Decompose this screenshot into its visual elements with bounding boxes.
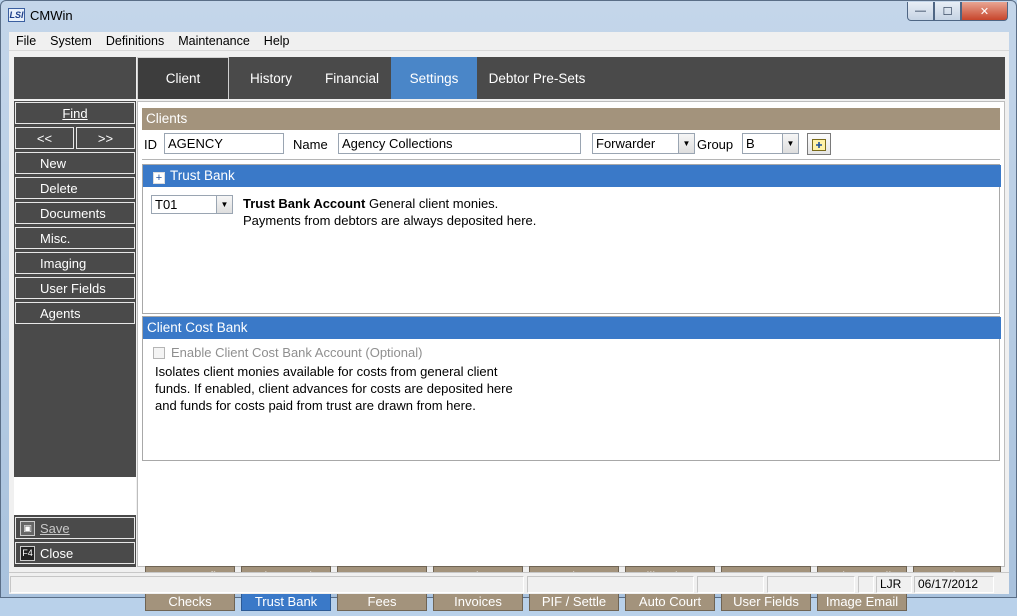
- trust-bank-description: Trust Bank Account General client monies…: [243, 195, 536, 229]
- checks-button[interactable]: Checks: [145, 591, 235, 611]
- minimize-icon: —: [915, 5, 926, 17]
- chevron-down-icon: ▼: [678, 134, 694, 153]
- group-value: B: [746, 136, 755, 151]
- auto-court-button[interactable]: Auto Court: [625, 591, 715, 611]
- client-name-field[interactable]: Agency Collections: [338, 133, 581, 154]
- maximize-icon: ☐: [942, 5, 953, 18]
- group-select[interactable]: B ▼: [742, 133, 799, 154]
- sidebar-item-user-fields[interactable]: User Fields: [15, 277, 135, 299]
- id-label: ID: [144, 137, 157, 152]
- save-button[interactable]: ▣ Save: [15, 517, 135, 539]
- tab-client[interactable]: Client: [137, 57, 229, 99]
- cost-bank-panel: Client Cost Bank Enable Client Cost Bank…: [142, 316, 1001, 461]
- cost-bank-desc-line3: and funds for costs paid from trust are …: [155, 398, 476, 413]
- status-cell-2: [527, 576, 694, 593]
- status-user: LJR: [876, 576, 912, 593]
- tab-history[interactable]: History: [229, 57, 313, 99]
- chevron-down-icon: ▼: [782, 134, 798, 153]
- sidebar-item-new[interactable]: New: [15, 152, 135, 174]
- menu-maintenance[interactable]: Maintenance: [171, 34, 257, 48]
- window-controls: — ☐ ✕: [907, 2, 1008, 21]
- save-icon: ▣: [20, 520, 35, 536]
- status-cell-5: [858, 576, 874, 593]
- main-panel: Clients ID AGENCY Name Agency Collection…: [137, 101, 1005, 611]
- close-icon: ✕: [979, 5, 990, 18]
- find-label: Find: [62, 105, 88, 121]
- client-id-field[interactable]: AGENCY: [164, 133, 284, 154]
- enable-cost-bank-label: Enable Client Cost Bank Account (Optiona…: [171, 345, 423, 360]
- minimize-button[interactable]: —: [907, 2, 934, 21]
- sidebar-item-documents[interactable]: Documents: [15, 202, 135, 224]
- trust-bank-account-value: T01: [155, 197, 178, 212]
- tab-settings[interactable]: Settings: [391, 57, 477, 99]
- close-window-button[interactable]: ✕: [961, 2, 1008, 21]
- fees-button[interactable]: Fees: [337, 591, 427, 611]
- client-type-select[interactable]: Forwarder ▼: [592, 133, 695, 154]
- cost-bank-desc-line2: funds. If enabled, client advances for c…: [155, 381, 513, 396]
- chevron-down-icon: ▼: [216, 196, 232, 213]
- pif-settle-button[interactable]: PIF / Settle: [529, 591, 619, 611]
- window-title: CMWin: [30, 8, 73, 23]
- add-group-button[interactable]: [807, 133, 831, 155]
- trust-bank-header[interactable]: + Trust Bank: [143, 165, 1001, 187]
- sidebar-header: [14, 57, 136, 99]
- divider: [142, 159, 1000, 160]
- client-area: Client History Financial Settings Debtor…: [9, 51, 1009, 611]
- tab-debtor-presets[interactable]: Debtor Pre-Sets: [477, 57, 597, 99]
- client-type-value: Forwarder: [596, 136, 656, 151]
- tab-bar: Client History Financial Settings Debtor…: [137, 57, 1005, 99]
- sidebar-item-agents[interactable]: Agents: [15, 302, 135, 324]
- trust-bank-account-select[interactable]: T01 ▼: [151, 195, 233, 214]
- user-fields-button[interactable]: User Fields: [721, 591, 811, 611]
- name-label: Name: [293, 137, 328, 152]
- save-label: Save: [40, 520, 70, 536]
- menu-help[interactable]: Help: [257, 34, 297, 48]
- sidebar-item-delete[interactable]: Delete: [15, 177, 135, 199]
- trust-bank-panel: + Trust Bank T01 ▼ Trust Bank Account Gen…: [142, 164, 1001, 314]
- title-bar[interactable]: LSI CMWin — ☐ ✕: [1, 1, 1016, 31]
- next-record-button[interactable]: >>: [76, 127, 135, 149]
- status-cell-message: [10, 576, 524, 593]
- trust-bank-desc-line1: General client monies.: [368, 196, 499, 211]
- status-cell-3: [697, 576, 764, 593]
- add-folder-icon: [812, 138, 826, 151]
- close-label: Close: [40, 545, 74, 561]
- trust-bank-button[interactable]: Trust Bank: [241, 591, 331, 611]
- app-icon: LSI: [8, 8, 25, 22]
- cost-bank-desc-line1: Isolates client monies available for cos…: [155, 364, 498, 379]
- invoices-button[interactable]: Invoices: [433, 591, 523, 611]
- clients-header: Clients: [142, 108, 1000, 130]
- status-bar: LJR 06/17/2012: [9, 572, 1009, 594]
- expand-icon: +: [153, 172, 165, 184]
- trust-bank-header-label: Trust Bank: [170, 168, 235, 183]
- status-cell-4: [767, 576, 855, 593]
- sidebar-item-misc[interactable]: Misc.: [15, 227, 135, 249]
- close-button[interactable]: F4 Close: [15, 542, 135, 564]
- enable-cost-bank-checkbox[interactable]: [153, 347, 165, 359]
- f4-key-icon: F4: [20, 545, 35, 561]
- app-window: LSI CMWin — ☐ ✕ File System Definitions …: [0, 0, 1017, 611]
- image-email-button[interactable]: Image Email: [817, 591, 907, 611]
- sidebar-item-imaging[interactable]: Imaging: [15, 252, 135, 274]
- menu-system[interactable]: System: [43, 34, 99, 48]
- find-button[interactable]: Find: [15, 102, 135, 124]
- menu-bar: File System Definitions Maintenance Help: [9, 32, 1009, 51]
- menu-definitions[interactable]: Definitions: [99, 34, 171, 48]
- previous-record-button[interactable]: <<: [15, 127, 74, 149]
- trust-bank-desc-line2: Payments from debtors are always deposit…: [243, 213, 537, 228]
- tab-financial[interactable]: Financial: [313, 57, 391, 99]
- group-label: Group: [697, 137, 734, 152]
- cost-bank-description: Isolates client monies available for cos…: [155, 363, 513, 414]
- sidebar-blank-area: [14, 477, 136, 515]
- maximize-button[interactable]: ☐: [934, 2, 961, 21]
- trust-bank-title: Trust Bank Account: [243, 196, 366, 211]
- menu-file[interactable]: File: [9, 34, 43, 48]
- sidebar: Find << >> New Delete Documents Misc. Im…: [14, 101, 136, 567]
- status-date: 06/17/2012: [914, 576, 994, 593]
- cost-bank-header: Client Cost Bank: [143, 317, 1001, 339]
